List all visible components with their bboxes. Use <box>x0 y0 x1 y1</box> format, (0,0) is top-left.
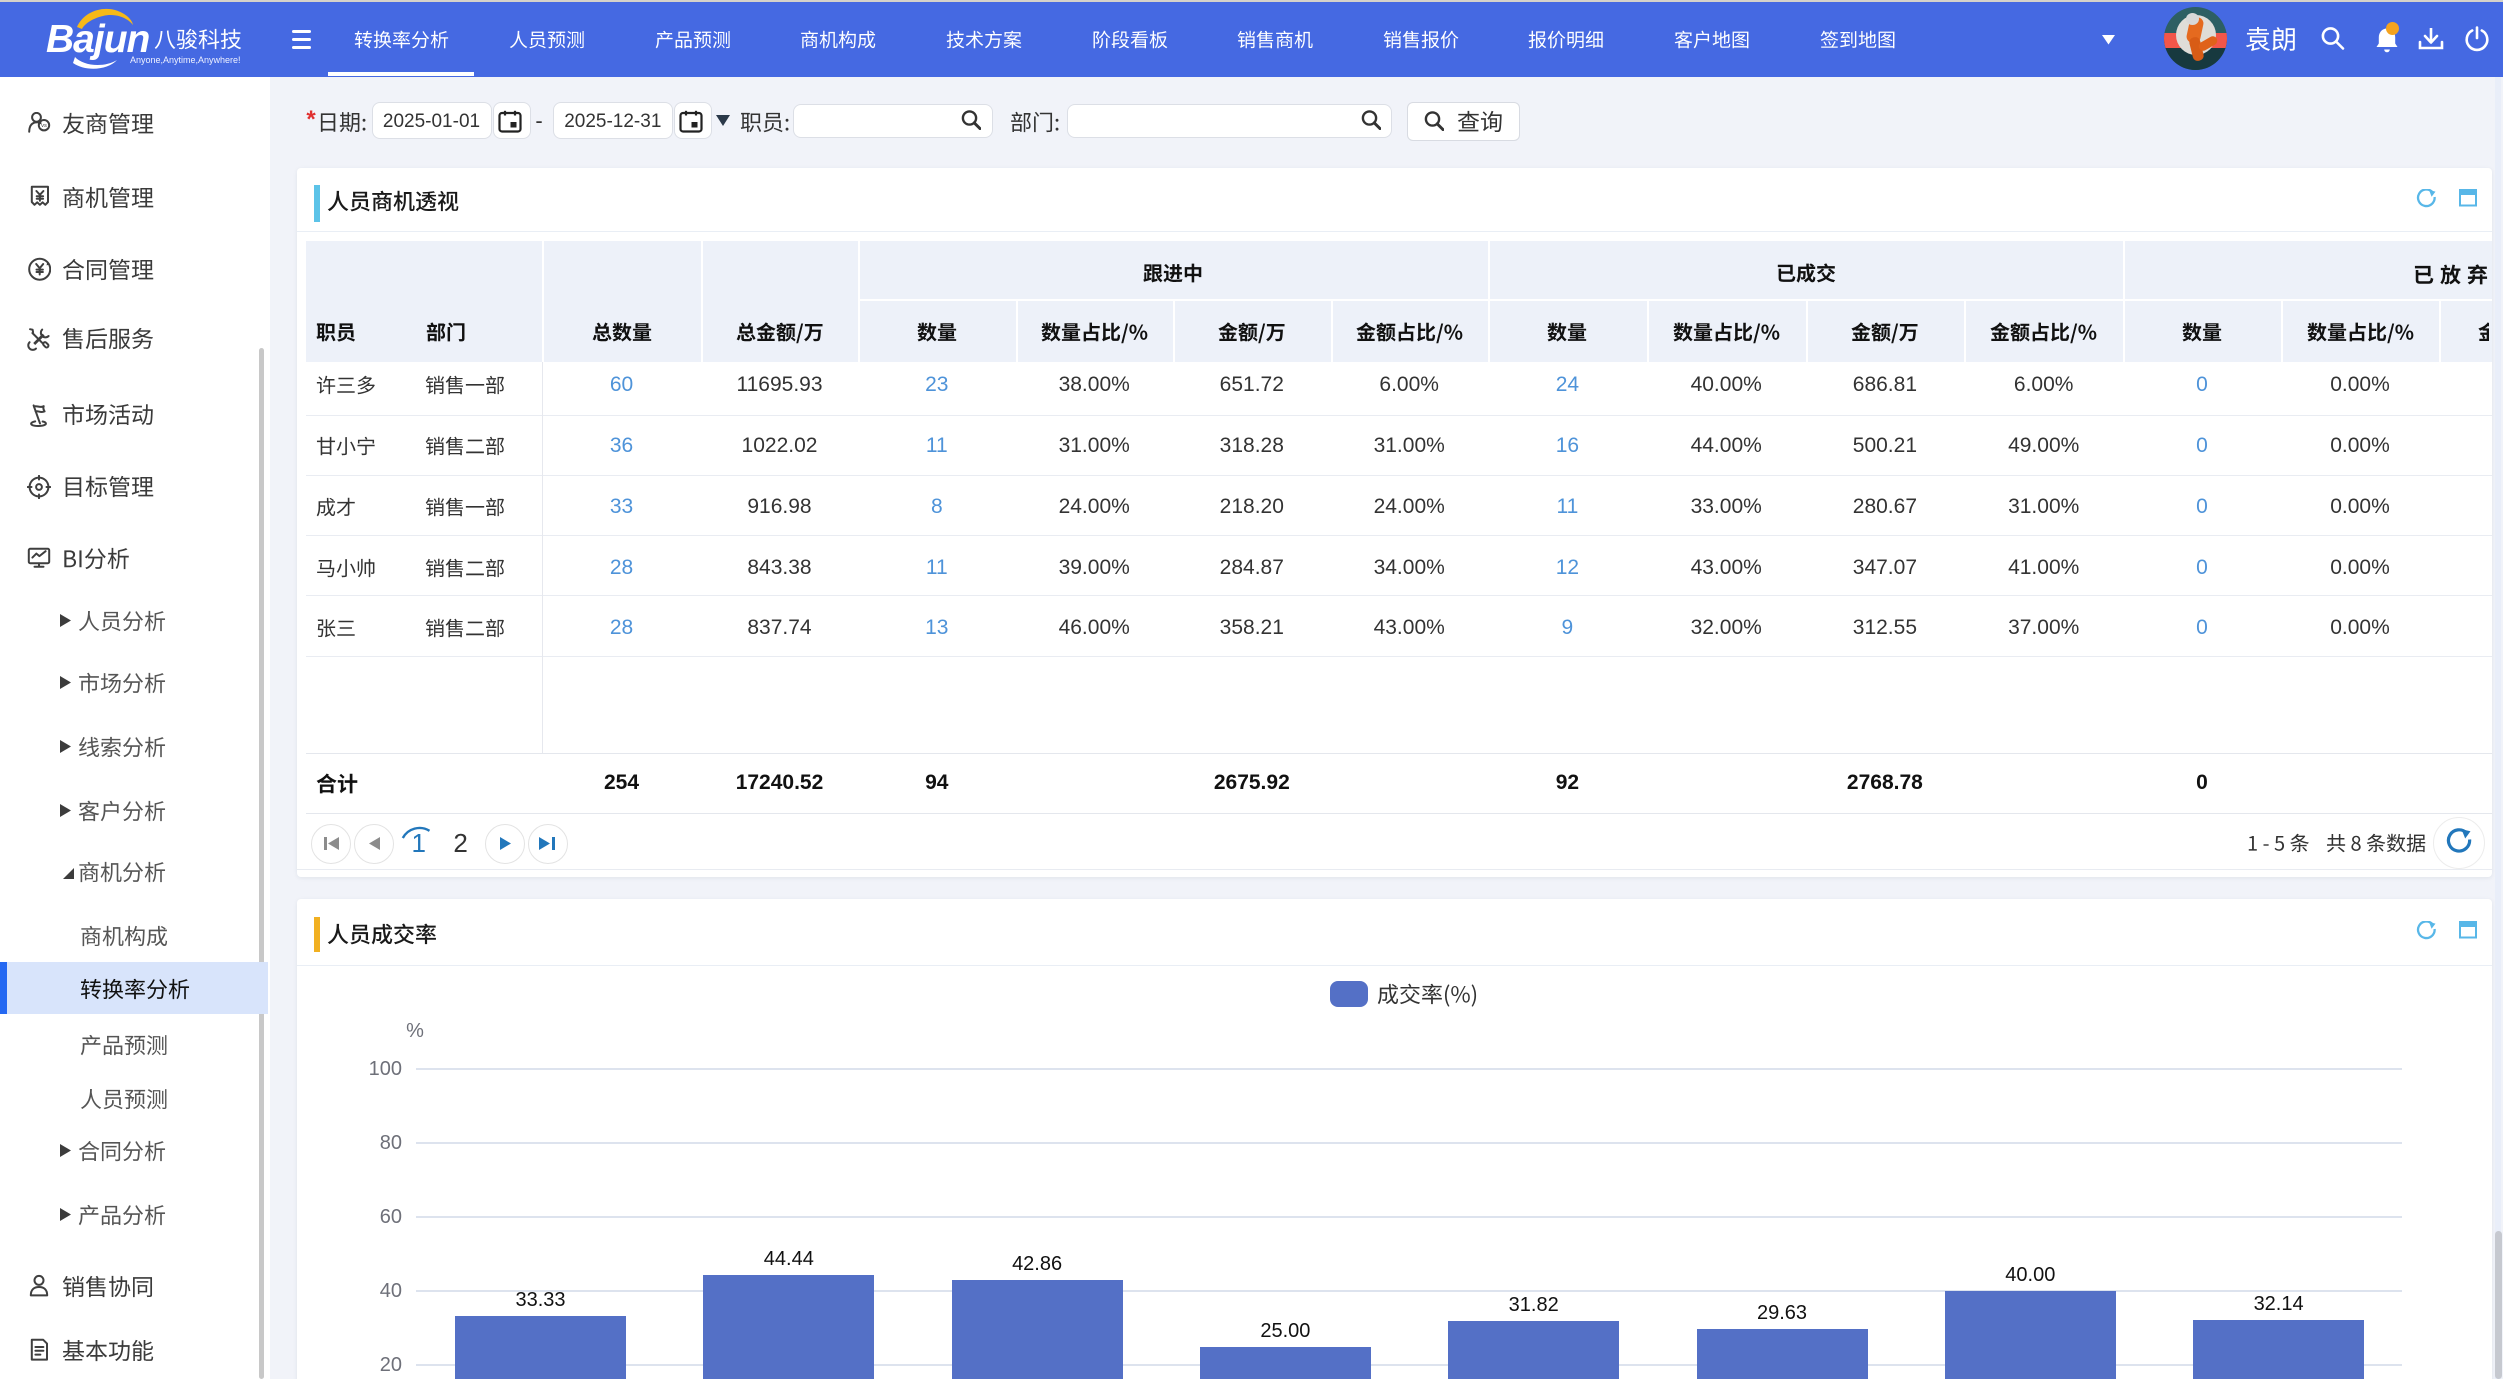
svg-text:vs: vs <box>41 123 47 129</box>
